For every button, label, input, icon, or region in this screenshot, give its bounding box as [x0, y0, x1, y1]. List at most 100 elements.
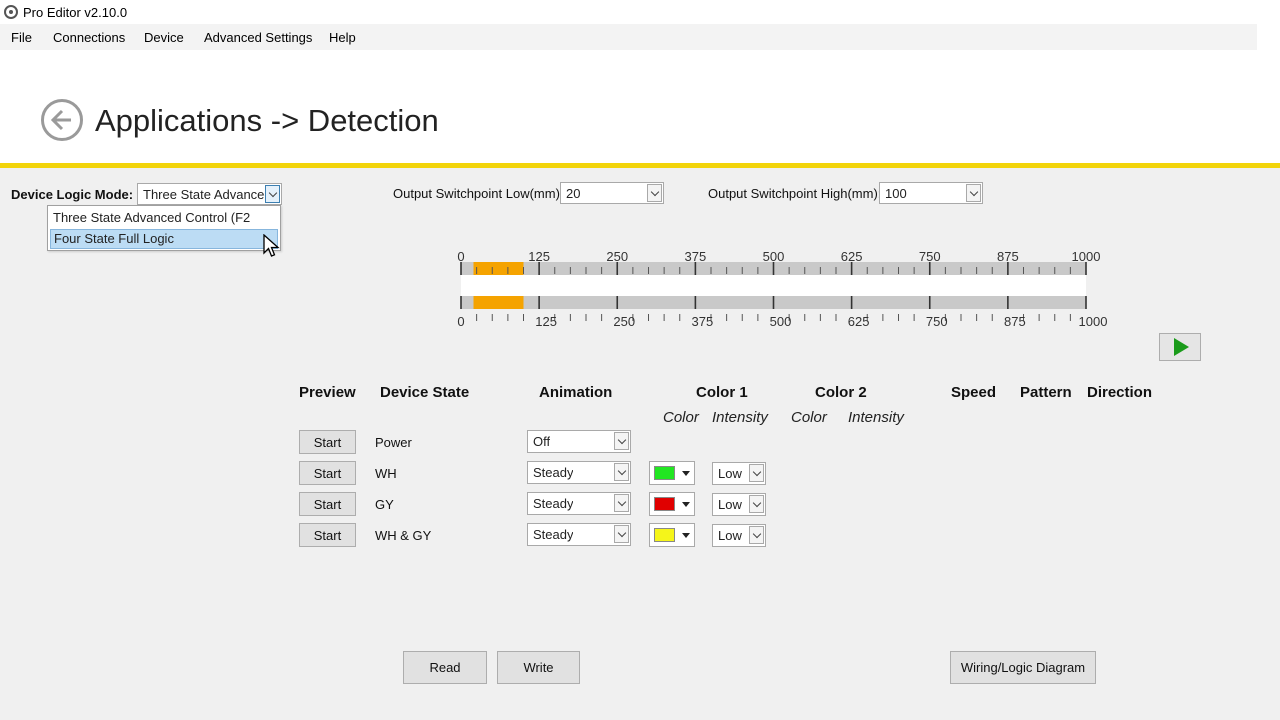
play-icon — [1174, 338, 1189, 356]
page-header: Applications -> Detection — [0, 50, 1280, 163]
scale-label-top: 0 — [457, 249, 464, 264]
animation-dropdown-button-power[interactable] — [614, 432, 629, 450]
scale-label-bottom: 625 — [848, 314, 870, 329]
animation-dropdown-button-gy[interactable] — [614, 494, 629, 512]
animation-value-wh: Steady — [533, 465, 574, 480]
chevron-down-icon — [969, 187, 978, 196]
menu-bar-end — [1257, 24, 1280, 50]
chevron-down-icon — [617, 466, 626, 475]
scale-label-bottom: 0 — [457, 314, 464, 329]
header-pattern: Pattern — [1020, 384, 1072, 401]
chevron-down-icon — [752, 467, 761, 476]
wiring-logic-diagram-button[interactable]: Wiring/Logic Diagram — [950, 651, 1096, 684]
animation-dropdown-button-wh-gy[interactable] — [614, 525, 629, 543]
scale-range-highlight-bottom — [473, 296, 524, 309]
scale-label-bottom: 875 — [1004, 314, 1026, 329]
menu-advanced-settings[interactable]: Advanced Settings — [204, 30, 312, 45]
header-speed: Speed — [951, 384, 997, 401]
color-select-wh[interactable] — [649, 461, 695, 485]
intensity-select-gy[interactable]: Low — [712, 493, 766, 516]
intensity-value-wh-gy: Low — [718, 528, 742, 543]
chevron-down-icon — [617, 435, 626, 444]
switchpoint-low-select[interactable]: 20 — [560, 182, 664, 204]
logic-mode-select[interactable]: Three State Advancec — [137, 183, 282, 205]
scale-label-top: 625 — [841, 249, 863, 264]
intensity-select-wh[interactable]: Low — [712, 462, 766, 485]
intensity-select-wh-gy[interactable]: Low — [712, 524, 766, 547]
window-title: Pro Editor v2.10.0 — [23, 4, 128, 20]
logic-mode-value: Three State Advancec — [143, 187, 265, 202]
back-button[interactable] — [41, 99, 83, 141]
scale-label-top: 500 — [763, 249, 785, 264]
header-divider — [0, 163, 1280, 168]
header-direction: Direction — [1087, 384, 1153, 401]
scale-label-top: 1000 — [1072, 249, 1101, 264]
subheader-color2-color: Color — [791, 409, 827, 426]
header-color-2: Color 2 — [815, 384, 867, 401]
logic-mode-option-three-state[interactable]: Three State Advanced Control (F2 Mode) — [50, 208, 278, 245]
start-button-wh[interactable]: Start — [299, 461, 356, 485]
subheader-color1-intensity: Intensity — [712, 409, 768, 426]
color-swatch-wh-gy — [654, 528, 675, 542]
animation-value-gy: Steady — [533, 496, 574, 511]
color-select-wh-gy[interactable] — [649, 523, 695, 547]
logic-mode-dropdown-button[interactable] — [265, 185, 280, 203]
header-preview: Preview — [299, 384, 356, 401]
animation-select-wh-gy[interactable]: Steady — [527, 523, 631, 546]
switchpoint-range-scale[interactable]: 0 0 125 125 250 250 375 375 500 500 625 625 750 750 87… — [455, 240, 1115, 340]
chevron-down-icon — [650, 187, 659, 196]
chevron-down-icon — [617, 497, 626, 506]
intensity-value-gy: Low — [718, 497, 742, 512]
scale-label-top: 375 — [685, 249, 707, 264]
subheader-color2-intensity: Intensity — [848, 409, 904, 426]
scale-label-top: 250 — [606, 249, 628, 264]
intensity-dropdown-button-gy[interactable] — [749, 495, 764, 513]
scale-label-bottom: 375 — [692, 314, 714, 329]
switchpoint-high-dropdown-button[interactable] — [966, 184, 981, 202]
intensity-dropdown-button-wh-gy[interactable] — [749, 526, 764, 544]
color-select-gy[interactable] — [649, 492, 695, 516]
logic-mode-dropdown-list: Three State Advanced Control (F2 Mode) F… — [47, 205, 281, 251]
scale-label-top: 750 — [919, 249, 941, 264]
state-label-wh: WH — [375, 466, 397, 481]
intensity-dropdown-button-wh[interactable] — [749, 464, 764, 482]
switchpoint-low-value: 20 — [566, 186, 581, 201]
animation-select-wh[interactable]: Steady — [527, 461, 631, 484]
animation-select-power[interactable]: Off — [527, 430, 631, 453]
chevron-down-icon — [752, 529, 761, 538]
play-button[interactable] — [1159, 333, 1201, 361]
switchpoint-high-label: Output Switchpoint High(mm): — [708, 186, 882, 201]
mouse-cursor-icon — [263, 234, 280, 257]
menu-help[interactable]: Help — [329, 30, 356, 45]
start-button-gy[interactable]: Start — [299, 492, 356, 516]
chevron-down-icon — [268, 188, 277, 197]
scale-label-bottom: 125 — [535, 314, 557, 329]
color-swatch-gy — [654, 497, 675, 511]
page-title: Applications -> Detection — [95, 103, 439, 138]
state-label-wh-gy: WH & GY — [375, 528, 432, 543]
header-color-1: Color 1 — [696, 384, 748, 401]
menu-connections[interactable]: Connections — [53, 30, 125, 45]
start-button-wh-gy[interactable]: Start — [299, 523, 356, 547]
read-button[interactable]: Read — [403, 651, 487, 684]
chevron-down-icon — [752, 498, 761, 507]
animation-value-wh-gy: Steady — [533, 527, 574, 542]
menu-file[interactable]: File — [11, 30, 32, 45]
caret-down-icon — [682, 533, 690, 538]
scale-band — [461, 275, 1086, 296]
logic-mode-option-four-state[interactable]: Four State Full Logic — [50, 229, 278, 249]
switchpoint-low-dropdown-button[interactable] — [647, 184, 662, 202]
chevron-down-icon — [617, 528, 626, 537]
scale-label-bottom: 1000 — [1079, 314, 1108, 329]
switchpoint-high-select[interactable]: 100 — [879, 182, 983, 204]
scale-range-highlight-top — [473, 262, 524, 275]
scale-label-top: 125 — [528, 249, 550, 264]
scale-label-top: 875 — [997, 249, 1019, 264]
start-button-power[interactable]: Start — [299, 430, 356, 454]
write-button[interactable]: Write — [497, 651, 580, 684]
color-swatch-wh — [654, 466, 675, 480]
animation-select-gy[interactable]: Steady — [527, 492, 631, 515]
switchpoint-low-label: Output Switchpoint Low(mm): — [393, 186, 564, 201]
animation-dropdown-button-wh[interactable] — [614, 463, 629, 481]
menu-device[interactable]: Device — [144, 30, 184, 45]
